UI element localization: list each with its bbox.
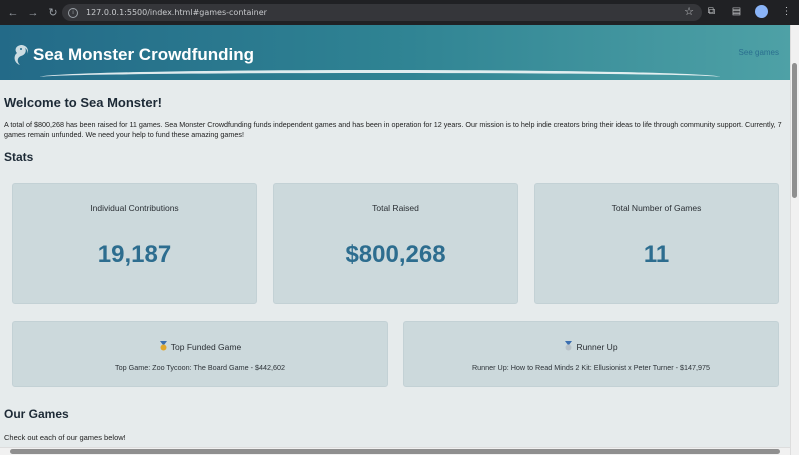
stat-card-value: 19,187 (97, 241, 172, 268)
vertical-scroll-thumb[interactable] (792, 63, 797, 198)
sea-monster-logo-icon (14, 45, 28, 65)
address-bar[interactable]: i 127.0.0.1:5500/index.html#games-contai… (62, 4, 702, 21)
see-games-link[interactable]: See games (739, 48, 779, 57)
top-funded-title: Top Funded Game (170, 342, 242, 352)
runner-up-title: Runner Up (576, 342, 618, 352)
header-wave-decoration (40, 70, 720, 84)
stat-card-total-raised: Total Raised $800,268 (273, 183, 518, 304)
stat-card-value: 11 (643, 241, 670, 268)
stat-card-value: $800,268 (345, 241, 446, 268)
top-funded-text: Top Game: Zoo Tycoon: The Board Game - $… (115, 363, 285, 372)
extensions-icon[interactable]: ⧉ (705, 5, 718, 18)
menu-icon[interactable]: ⋮ (780, 5, 793, 18)
top-funded-title-row: Top Funded Game (13, 341, 387, 352)
runner-up-text: Runner Up: How to Read Minds 2 Kit: Ellu… (471, 363, 711, 372)
browser-toolbar: ← → ↻ i 127.0.0.1:5500/index.html#games-… (0, 0, 799, 25)
profile-avatar[interactable] (755, 5, 768, 18)
stat-card-num-games: Total Number of Games 11 (534, 183, 779, 304)
bookmark-star-icon[interactable]: ☆ (684, 5, 694, 18)
stats-heading: Stats (4, 150, 34, 164)
vertical-scrollbar[interactable] (790, 25, 799, 455)
games-text: Check out each of our games below! (4, 433, 126, 442)
url-text[interactable]: 127.0.0.1:5500/index.html#games-containe… (86, 8, 267, 17)
runner-up-card: Runner Up Runner Up: How to Read Minds 2… (403, 321, 779, 387)
stat-card-title: Total Number of Games (611, 203, 702, 213)
horizontal-scroll-thumb[interactable] (10, 449, 780, 454)
games-heading: Our Games (4, 407, 69, 421)
gold-medal-icon (159, 341, 167, 351)
welcome-heading: Welcome to Sea Monster! (4, 95, 162, 110)
stat-card-title: Individual Contributions (90, 203, 179, 213)
stat-card-title: Total Raised (372, 203, 419, 213)
horizontal-scrollbar[interactable] (0, 447, 790, 455)
stat-card-contributions: Individual Contributions 19,187 (12, 183, 257, 304)
top-funded-card: Top Funded Game Top Game: Zoo Tycoon: Th… (12, 321, 388, 387)
site-info-icon[interactable]: i (68, 7, 78, 18)
silver-medal-icon (565, 341, 573, 351)
sidebar-icon[interactable]: ▤ (730, 5, 743, 18)
welcome-text: A total of $800,268 has been raised for … (4, 120, 782, 139)
runner-up-title-row: Runner Up (404, 341, 778, 352)
reload-icon[interactable]: ↻ (46, 6, 60, 20)
forward-icon[interactable]: → (26, 6, 40, 20)
back-icon[interactable]: ← (6, 6, 20, 20)
site-title: Sea Monster Crowdfunding (33, 45, 254, 64)
